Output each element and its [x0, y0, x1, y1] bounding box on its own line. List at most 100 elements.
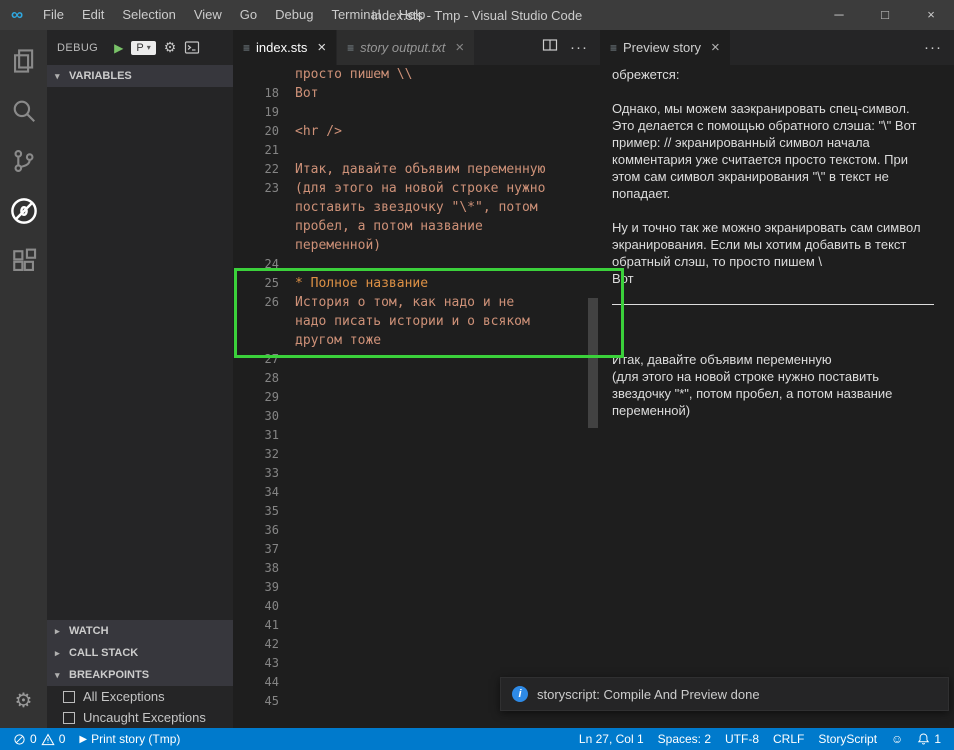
line-number[interactable]: 31	[233, 426, 279, 445]
section-header-call-stack[interactable]: ▸ CALL STACK	[47, 642, 233, 664]
code-line[interactable]: переменной)	[233, 236, 600, 255]
code-line[interactable]: 42	[233, 635, 600, 654]
line-number[interactable]: 25	[233, 274, 279, 293]
notifications-button[interactable]: 1	[910, 728, 948, 750]
search-icon[interactable]	[0, 86, 47, 136]
close-icon[interactable]: ×	[317, 39, 326, 56]
maximize-button[interactable]: □	[862, 0, 908, 30]
code-line[interactable]: 36	[233, 521, 600, 540]
code-line[interactable]: 35	[233, 502, 600, 521]
line-number[interactable]: 32	[233, 445, 279, 464]
code-line[interactable]: пробел, а потом название	[233, 217, 600, 236]
line-number[interactable]: 38	[233, 559, 279, 578]
code-line[interactable]: 32	[233, 445, 600, 464]
menu-selection[interactable]: Selection	[113, 0, 184, 30]
line-number[interactable]	[233, 312, 279, 331]
code-line[interactable]: 28	[233, 369, 600, 388]
extensions-icon[interactable]	[0, 236, 47, 286]
problems-indicator[interactable]: 0 0	[6, 728, 72, 750]
line-number[interactable]: 40	[233, 597, 279, 616]
line-number[interactable]: 22	[233, 160, 279, 179]
line-number[interactable]: 41	[233, 616, 279, 635]
split-editor-icon[interactable]	[542, 37, 558, 58]
line-number[interactable]: 34	[233, 483, 279, 502]
line-number[interactable]	[233, 198, 279, 217]
line-number[interactable]: 42	[233, 635, 279, 654]
line-number[interactable]: 28	[233, 369, 279, 388]
breakpoint-item[interactable]: Uncaught Exceptions	[47, 707, 233, 728]
code-line[interactable]: 31	[233, 426, 600, 445]
code-line[interactable]: 33	[233, 464, 600, 483]
line-number[interactable]	[233, 331, 279, 350]
settings-gear-icon[interactable]: ⚙	[0, 680, 47, 720]
code-line[interactable]: 23 (для этого на новой строке нужно	[233, 179, 600, 198]
code-line[interactable]: 18 Вот	[233, 84, 600, 103]
line-number[interactable]: 26	[233, 293, 279, 312]
status-language[interactable]: StoryScript	[811, 728, 884, 750]
more-actions-icon[interactable]: ···	[924, 39, 942, 56]
line-number[interactable]: 33	[233, 464, 279, 483]
line-number[interactable]: 39	[233, 578, 279, 597]
line-number[interactable]	[233, 217, 279, 236]
checkbox[interactable]	[63, 711, 75, 724]
tab-preview-story[interactable]: ≡ Preview story ×	[600, 30, 731, 65]
line-number[interactable]: 44	[233, 673, 279, 692]
line-number[interactable]: 37	[233, 540, 279, 559]
line-number[interactable]: 19	[233, 103, 279, 122]
code-line[interactable]: 29	[233, 388, 600, 407]
line-number[interactable]: 29	[233, 388, 279, 407]
menu-file[interactable]: File	[34, 0, 73, 30]
tab-index-sts[interactable]: ≡ index.sts ×	[233, 30, 338, 65]
code-line[interactable]: поставить звездочку "\*", потом	[233, 198, 600, 217]
line-number[interactable]: 43	[233, 654, 279, 673]
close-icon[interactable]: ×	[711, 39, 720, 56]
code-line[interactable]: 21	[233, 141, 600, 160]
line-number[interactable]: 35	[233, 502, 279, 521]
line-number[interactable]	[233, 236, 279, 255]
code-line[interactable]: 22 Итак, давайте объявим переменную	[233, 160, 600, 179]
code-line[interactable]: 43	[233, 654, 600, 673]
line-number[interactable]	[233, 65, 279, 84]
tab-story-output[interactable]: ≡ story output.txt ×	[337, 30, 476, 65]
scrollbar-thumb[interactable]	[588, 298, 598, 428]
line-number[interactable]: 20	[233, 122, 279, 141]
debug-icon[interactable]	[0, 186, 47, 236]
menu-go[interactable]: Go	[231, 0, 266, 30]
line-number[interactable]: 18	[233, 84, 279, 103]
code-line[interactable]: 25 * Полное название	[233, 274, 600, 293]
status-indentation[interactable]: Spaces: 2	[651, 728, 718, 750]
code-line[interactable]: 20 <hr />	[233, 122, 600, 141]
line-number[interactable]: 45	[233, 692, 279, 711]
code-line[interactable]: другом тоже	[233, 331, 600, 350]
run-task-button[interactable]: ▶ Print story (Tmp)	[72, 728, 187, 750]
configure-launch-gear-icon[interactable]: ⚙	[164, 39, 177, 56]
close-icon[interactable]: ×	[455, 39, 464, 56]
menu-debug[interactable]: Debug	[266, 0, 322, 30]
line-number[interactable]: 21	[233, 141, 279, 160]
code-line[interactable]: надо писать истории и о всяком	[233, 312, 600, 331]
code-line[interactable]: 37	[233, 540, 600, 559]
start-debugging-button[interactable]: ▶	[114, 41, 123, 55]
code-line[interactable]: 26 История о том, как надо и не	[233, 293, 600, 312]
checkbox[interactable]	[63, 690, 75, 703]
section-header-breakpoints[interactable]: ▾ BREAKPOINTS	[47, 664, 233, 686]
code-line[interactable]: 19	[233, 103, 600, 122]
code-line[interactable]: 41	[233, 616, 600, 635]
line-number[interactable]: 24	[233, 255, 279, 274]
code-line[interactable]: 27	[233, 350, 600, 369]
code-line[interactable]: просто пишем \\	[233, 65, 600, 84]
status-cursor-position[interactable]: Ln 27, Col 1	[572, 728, 651, 750]
status-eol[interactable]: CRLF	[766, 728, 811, 750]
section-header-watch[interactable]: ▸ WATCH	[47, 620, 233, 642]
editor-pane[interactable]: просто пишем \\ 18 Вот 19 20 <hr /> 21 22 Итак, …	[233, 65, 600, 728]
more-actions-icon[interactable]: ···	[570, 39, 588, 56]
section-header-variables[interactable]: ▾ VARIABLES	[47, 65, 233, 87]
source-control-icon[interactable]	[0, 136, 47, 186]
line-number[interactable]: 27	[233, 350, 279, 369]
feedback-smiley-icon[interactable]: ☺	[884, 728, 910, 750]
notification-toast[interactable]: i storyscript: Compile And Preview done	[500, 677, 949, 711]
code-line[interactable]: 24	[233, 255, 600, 274]
code-line[interactable]: 34	[233, 483, 600, 502]
close-button[interactable]: ×	[908, 0, 954, 30]
line-number[interactable]: 36	[233, 521, 279, 540]
